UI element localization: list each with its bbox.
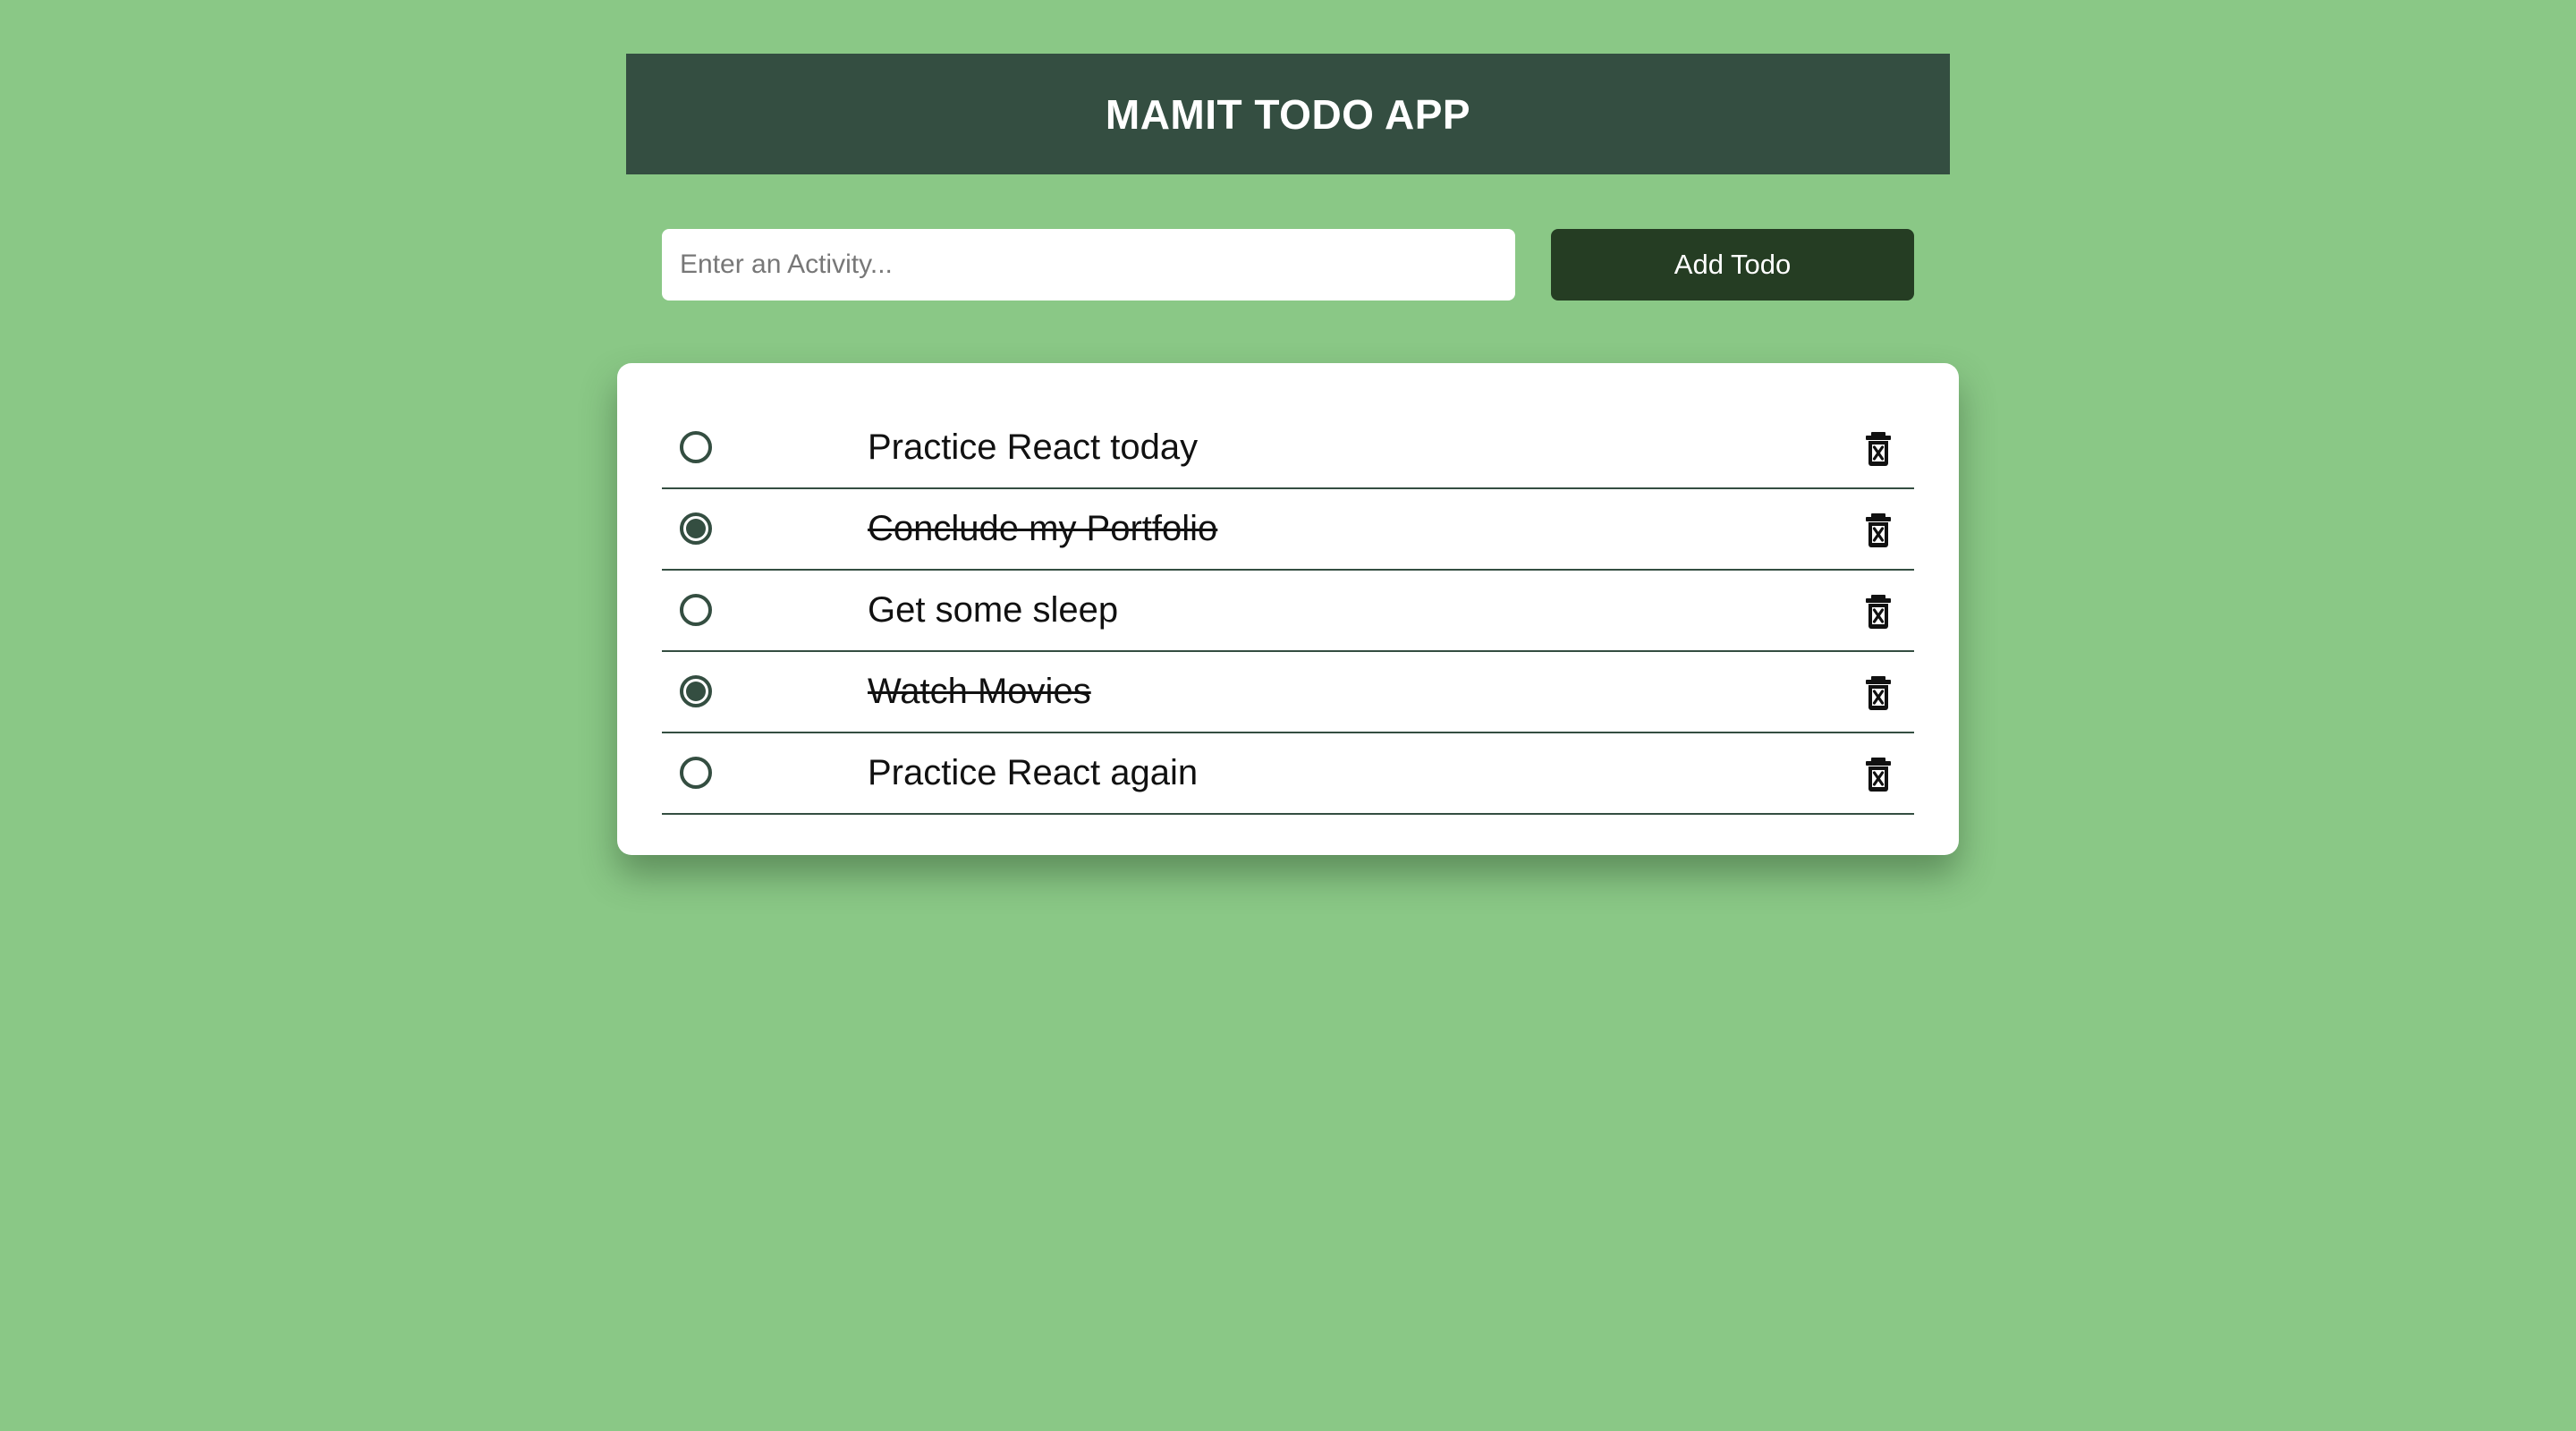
add-todo-form: Add Todo (662, 229, 1914, 301)
complete-toggle[interactable] (680, 594, 712, 626)
app-title: MAMIT TODO APP (1105, 90, 1471, 138)
add-todo-button[interactable]: Add Todo (1551, 229, 1914, 301)
delete-button[interactable] (1860, 592, 1896, 630)
delete-button[interactable] (1860, 755, 1896, 792)
todo-item: Watch Movies (662, 652, 1914, 733)
trash-icon (1866, 758, 1891, 792)
complete-toggle[interactable] (680, 757, 712, 789)
trash-icon (1866, 432, 1891, 466)
todo-text: Conclude my Portfolio (868, 509, 1218, 548)
delete-button[interactable] (1860, 673, 1896, 711)
activity-input[interactable] (662, 229, 1515, 301)
todo-text: Practice React again (868, 753, 1199, 792)
trash-icon (1866, 513, 1891, 547)
todo-text: Watch Movies (868, 672, 1091, 711)
todo-text: Get some sleep (868, 590, 1119, 630)
app-header: MAMIT TODO APP (626, 54, 1950, 174)
todo-item: Practice React again (662, 733, 1914, 815)
todo-item: Conclude my Portfolio (662, 489, 1914, 571)
todo-list: Practice React today Conclude my Portfol… (662, 408, 1914, 815)
complete-toggle[interactable] (680, 675, 712, 707)
delete-button[interactable] (1860, 511, 1896, 548)
complete-toggle[interactable] (680, 512, 712, 545)
trash-icon (1866, 676, 1891, 710)
todo-item: Get some sleep (662, 571, 1914, 652)
delete-button[interactable] (1860, 429, 1896, 467)
todo-card: Practice React today Conclude my Portfol… (617, 363, 1959, 855)
todo-item: Practice React today (662, 408, 1914, 489)
todo-text: Practice React today (868, 428, 1199, 467)
complete-toggle[interactable] (680, 431, 712, 463)
trash-icon (1866, 595, 1891, 629)
